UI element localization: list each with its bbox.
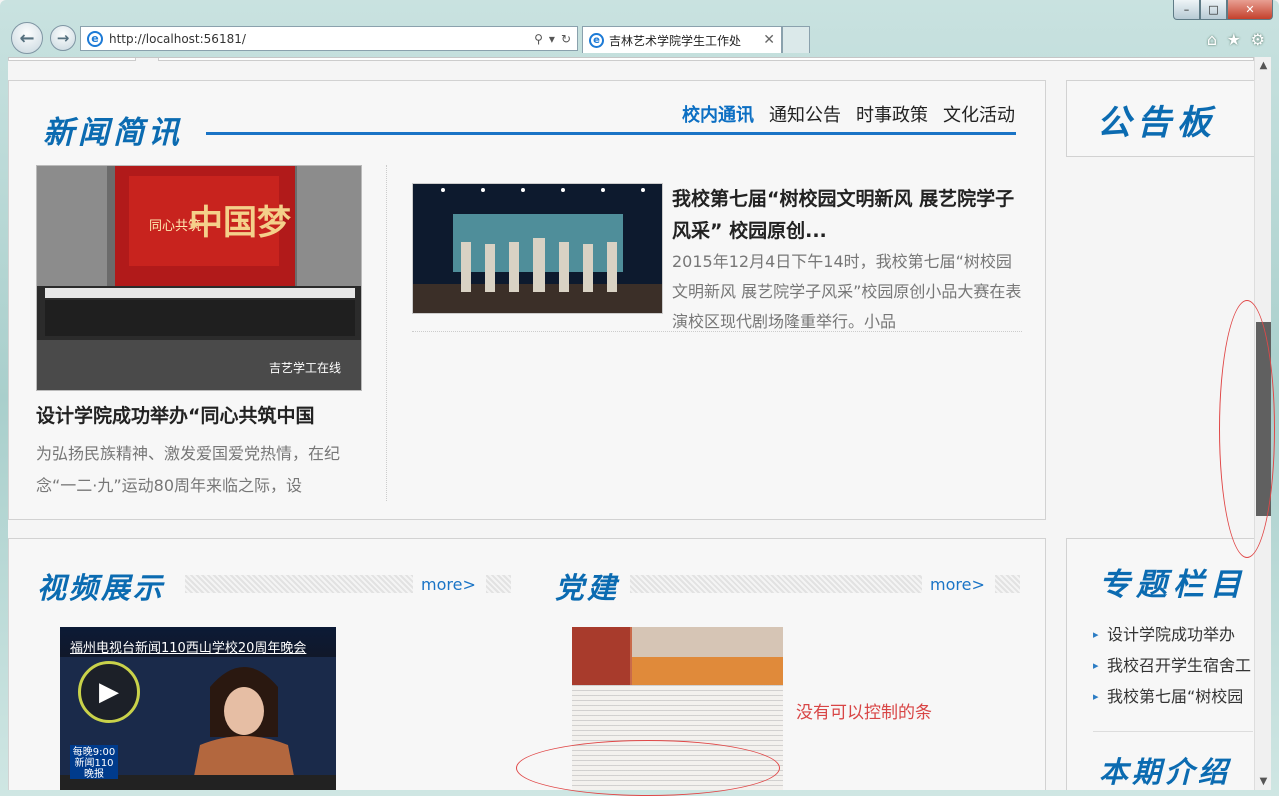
badge-line3: 晚报 bbox=[84, 769, 104, 780]
search-icon[interactable]: ⚲ bbox=[534, 32, 543, 46]
video-heading: 视频展示 bbox=[37, 571, 166, 605]
annotation-ellipse-scrollbar bbox=[1219, 300, 1275, 558]
video-more-link[interactable]: more> bbox=[421, 575, 476, 594]
ie-icon: e bbox=[589, 32, 604, 48]
tab-notices[interactable]: 通知公告 bbox=[769, 101, 841, 127]
new-tab-button[interactable] bbox=[782, 26, 810, 53]
list-item[interactable]: 我校第七届“树校园 bbox=[1093, 681, 1254, 712]
news-heading: 新闻简讯 bbox=[43, 115, 183, 151]
party-photo bbox=[572, 627, 783, 685]
browser-tab[interactable]: e 吉林艺术学院学生工作处 ✕ bbox=[582, 26, 782, 53]
news-column-divider bbox=[386, 165, 387, 501]
news-item-summary: 2015年12月4日下午14时，我校第七届“树校园文明新风 展艺院学子风采”校园… bbox=[672, 252, 1022, 331]
tab-policy[interactable]: 时事政策 bbox=[856, 101, 928, 127]
topic-divider bbox=[1093, 731, 1253, 732]
url-text[interactable]: http://localhost:56181/ bbox=[109, 32, 528, 46]
video-heading-hatch-end bbox=[486, 575, 511, 593]
annotation-text: 没有可以控制的条 bbox=[796, 703, 932, 723]
home-icon[interactable]: ⌂ bbox=[1207, 30, 1217, 49]
maximize-button[interactable]: □ bbox=[1200, 0, 1227, 20]
arrow-right-icon: → bbox=[56, 29, 70, 47]
list-item[interactable]: 设计学院成功举办 bbox=[1093, 619, 1254, 650]
browser-chrome: – □ ✕ ← → e http://localhost:56181/ ⚲ ▾ … bbox=[0, 0, 1279, 60]
notice-board-panel: 公告板 bbox=[1066, 80, 1254, 157]
ie-icon: e bbox=[87, 30, 103, 47]
news-panel: 新闻简讯 校内通讯 通知公告 时事政策 文化活动 同心共筑 中国梦 吉艺学工在线… bbox=[8, 80, 1046, 520]
banner-line2: 中国梦 bbox=[189, 203, 291, 243]
lower-panel: 视频展示 more> 福州电视台新闻110西山学校20周年晚会 ▶ 每晚9:00… bbox=[8, 538, 1046, 790]
scroll-up-icon[interactable]: ▲ bbox=[1255, 57, 1272, 74]
topic-panel: 专题栏目 设计学院成功举办 我校召开学生宿舍工 我校第七届“树校园 本期介绍 bbox=[1066, 538, 1254, 790]
back-button[interactable]: ← bbox=[11, 22, 43, 54]
party-heading: 党建 bbox=[555, 571, 620, 605]
topic-list: 设计学院成功举办 我校召开学生宿舍工 我校第七届“树校园 bbox=[1093, 619, 1254, 712]
tab-title: 吉林艺术学院学生工作处 bbox=[609, 33, 742, 48]
lead-news-title[interactable]: 设计学院成功举办“同心共筑中国 bbox=[36, 401, 376, 428]
intro-heading: 本期介绍 bbox=[1099, 755, 1232, 789]
scroll-down-icon[interactable]: ▼ bbox=[1255, 773, 1272, 790]
video-player[interactable]: 福州电视台新闻110西山学校20周年晚会 ▶ 每晚9:00 新闻110 晚报 bbox=[60, 627, 336, 790]
favorites-icon[interactable]: ★ bbox=[1227, 30, 1241, 49]
gear-icon[interactable]: ⚙ bbox=[1251, 30, 1265, 49]
list-item[interactable]: 我校召开学生宿舍工 bbox=[1093, 650, 1254, 681]
topic-heading: 专题栏目 bbox=[1099, 567, 1247, 603]
news-item-title[interactable]: 我校第七届“树校园文明新风 展艺院学子风采” 校园原创... bbox=[672, 183, 1022, 247]
badge-line2: 新闻110 bbox=[74, 758, 114, 769]
image-watermark: 吉艺学工在线 bbox=[269, 360, 341, 375]
refresh-icon[interactable]: ↻ bbox=[561, 32, 571, 46]
tab-campus-news[interactable]: 校内通讯 bbox=[682, 101, 754, 127]
notice-heading: 公告板 bbox=[1097, 103, 1217, 143]
dropdown-icon[interactable]: ▾ bbox=[549, 32, 555, 46]
ceremony-photo: 同心共筑 中国梦 吉艺学工在线 bbox=[37, 166, 361, 390]
window-controls: – □ ✕ bbox=[1173, 0, 1273, 20]
news-heading-rule bbox=[206, 132, 1016, 135]
video-heading-hatch bbox=[185, 575, 413, 593]
badge-line1: 每晚9:00 bbox=[72, 747, 116, 758]
party-heading-hatch bbox=[630, 575, 922, 593]
close-button[interactable]: ✕ bbox=[1227, 0, 1273, 20]
top-nav-stub bbox=[8, 58, 1254, 62]
arrow-left-icon: ← bbox=[19, 27, 35, 49]
address-bar[interactable]: e http://localhost:56181/ ⚲ ▾ ↻ bbox=[80, 26, 578, 51]
party-heading-hatch-end bbox=[995, 575, 1020, 593]
close-tab-icon[interactable]: ✕ bbox=[763, 32, 775, 48]
channel-badge: 每晚9:00 新闻110 晚报 bbox=[70, 745, 118, 780]
tab-culture[interactable]: 文化活动 bbox=[943, 101, 1015, 127]
minimize-button[interactable]: – bbox=[1173, 0, 1200, 20]
browser-window: – □ ✕ ← → e http://localhost:56181/ ⚲ ▾ … bbox=[0, 0, 1279, 796]
news-item-divider bbox=[412, 331, 1022, 332]
annotation-ellipse-bottom bbox=[516, 740, 780, 796]
lead-news-summary: 为弘扬民族精神、激发爱国爱党热情，在纪念“一二·九”运动80周年来临之际，设 bbox=[36, 444, 341, 495]
play-icon[interactable]: ▶ bbox=[78, 661, 140, 723]
news-tabs: 校内通讯 通知公告 时事政策 文化活动 bbox=[682, 101, 1015, 127]
page-viewport: 新闻简讯 校内通讯 通知公告 时事政策 文化活动 同心共筑 中国梦 吉艺学工在线… bbox=[8, 57, 1254, 790]
forward-button[interactable]: → bbox=[50, 25, 76, 51]
lead-news-image[interactable]: 同心共筑 中国梦 吉艺学工在线 bbox=[36, 165, 362, 391]
party-more-link[interactable]: more> bbox=[930, 575, 985, 594]
stage-photo bbox=[413, 184, 662, 313]
news-item-image[interactable] bbox=[412, 183, 663, 314]
